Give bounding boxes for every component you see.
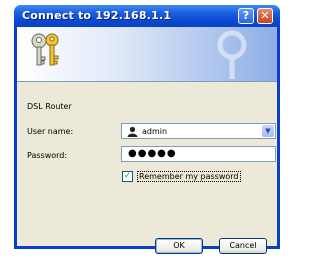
dialog-banner xyxy=(17,27,277,82)
dialog-body: DSL Router User name: admin ▼ Password: … xyxy=(17,27,277,254)
realm-label: DSL Router xyxy=(27,102,72,111)
remember-password-checkbox[interactable]: ✓ xyxy=(122,171,133,182)
chevron-down-icon[interactable]: ▼ xyxy=(262,125,274,137)
username-value: admin xyxy=(142,127,168,136)
title-bar[interactable]: Connect to 192.168.1.1 ? ✕ xyxy=(14,5,280,27)
password-field[interactable]: ●●●●● xyxy=(121,146,276,162)
login-dialog-window: Connect to 192.168.1.1 ? ✕ DSL Router Us… xyxy=(14,5,280,254)
keys-icon xyxy=(31,33,59,66)
help-button[interactable]: ? xyxy=(238,8,254,24)
close-button[interactable]: ✕ xyxy=(257,8,273,24)
ok-button[interactable]: OK xyxy=(155,238,203,254)
window-title: Connect to 192.168.1.1 xyxy=(22,9,172,22)
user-icon xyxy=(127,126,138,137)
username-combobox[interactable]: admin ▼ xyxy=(121,123,276,139)
password-masked-value: ●●●●● xyxy=(128,148,177,159)
username-label: User name: xyxy=(27,127,74,136)
remember-password-label[interactable]: Remember my password xyxy=(137,171,241,182)
cancel-button[interactable]: Cancel xyxy=(219,238,267,254)
key-watermark-icon xyxy=(217,30,247,79)
password-label: Password: xyxy=(27,151,68,160)
